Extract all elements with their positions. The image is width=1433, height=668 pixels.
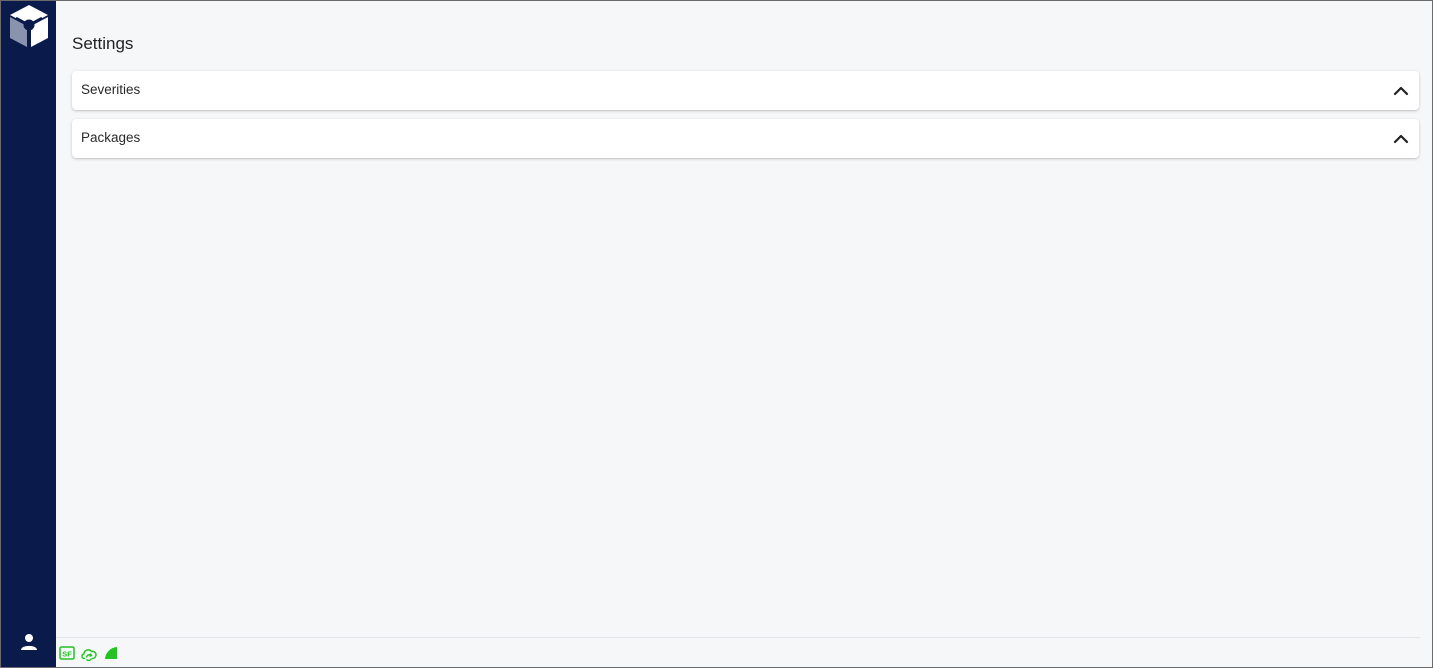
app-window: Settings Severities Packages SF bbox=[0, 0, 1433, 668]
panel-severities[interactable]: Severities bbox=[72, 71, 1419, 110]
sidebar bbox=[1, 1, 56, 667]
chevron-up-icon[interactable] bbox=[1393, 83, 1409, 97]
main-content: Settings Severities Packages SF bbox=[56, 1, 1432, 667]
panel-packages[interactable]: Packages bbox=[72, 119, 1419, 158]
page-title: Settings bbox=[72, 34, 134, 53]
panel-packages-label: Packages bbox=[81, 130, 141, 145]
panel-severities-label: Severities bbox=[81, 82, 141, 97]
sf-badge-icon[interactable]: SF bbox=[59, 645, 75, 661]
user-icon[interactable] bbox=[20, 633, 38, 651]
chevron-up-icon[interactable] bbox=[1393, 131, 1409, 145]
status-bar: SF bbox=[56, 637, 1420, 667]
cube-logo-icon[interactable] bbox=[7, 3, 51, 49]
signal-icon[interactable] bbox=[103, 645, 119, 661]
cloud-sync-icon[interactable] bbox=[80, 645, 98, 661]
sf-badge-text: SF bbox=[62, 649, 72, 658]
